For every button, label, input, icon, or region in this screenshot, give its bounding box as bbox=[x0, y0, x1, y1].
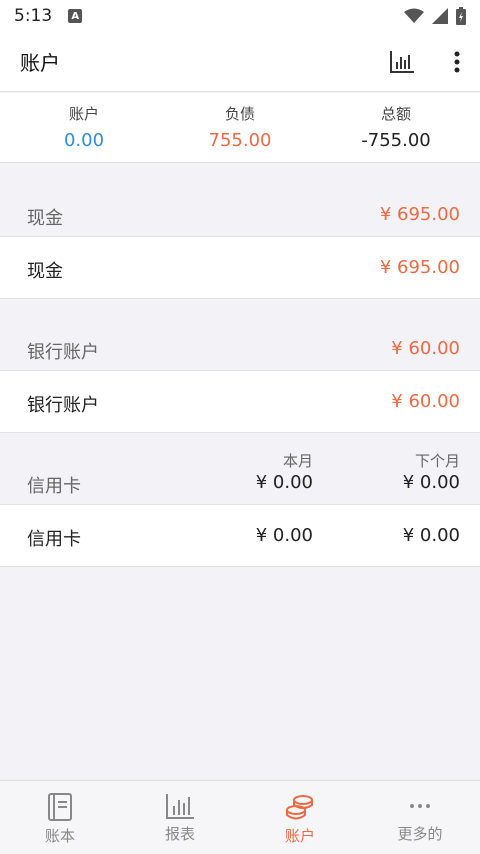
summary-debt-label: 负债 bbox=[224, 105, 255, 123]
bottom-nav: 账本 报表 账户 更多的 bbox=[0, 780, 480, 854]
bank-group-label: 银行账户 bbox=[27, 342, 99, 363]
app-bar: 账户 bbox=[0, 32, 480, 92]
nav-label-reports: 报表 bbox=[164, 825, 195, 843]
bank-group-header[interactable]: 银行账户 ¥ 60.00 bbox=[0, 299, 480, 371]
credit-group-this-month: ¥ 0.00 bbox=[255, 472, 313, 493]
bank-account-row[interactable]: 银行账户 ¥ 60.00 bbox=[0, 371, 480, 433]
bank-account-amount: ¥ 60.00 bbox=[391, 391, 460, 412]
coins-icon bbox=[286, 795, 313, 820]
credit-account-label: 信用卡 bbox=[27, 529, 81, 550]
more-icon bbox=[410, 804, 430, 808]
bank-account-label: 银行账户 bbox=[27, 395, 99, 416]
credit-group-header[interactable]: 信用卡 本月 下个月 ¥ 0.00 ¥ 0.00 bbox=[0, 433, 480, 505]
status-time: 5:13 bbox=[14, 6, 53, 26]
summary-panel: 账户 0.00 负债 755.00 总额 -755.00 bbox=[0, 93, 480, 163]
chart-icon[interactable] bbox=[390, 50, 414, 73]
bank-group-amount: ¥ 60.00 bbox=[391, 338, 460, 359]
cash-account-amount: ¥ 695.00 bbox=[379, 257, 460, 278]
credit-group-label: 信用卡 bbox=[27, 476, 81, 497]
this-month-label: 本月 bbox=[282, 452, 313, 470]
summary-debt-value: 755.00 bbox=[208, 130, 272, 151]
more-vert-icon[interactable] bbox=[454, 51, 460, 73]
wifi-icon bbox=[404, 8, 424, 23]
signal-icon bbox=[432, 8, 448, 24]
page-title: 账户 bbox=[20, 51, 60, 75]
cash-account-row[interactable]: 现金 ¥ 695.00 bbox=[0, 237, 480, 299]
next-month-label: 下个月 bbox=[414, 452, 460, 470]
summary-total-value: -755.00 bbox=[361, 130, 431, 151]
credit-group-next-month: ¥ 0.00 bbox=[402, 472, 460, 493]
cash-group-amount: ¥ 695.00 bbox=[379, 204, 460, 225]
nav-item-ledger[interactable]: 账本 bbox=[0, 781, 120, 854]
nav-item-accounts[interactable]: 账户 bbox=[240, 781, 360, 854]
nav-label-ledger: 账本 bbox=[44, 827, 75, 845]
status-icons bbox=[404, 7, 466, 25]
cash-group-label: 现金 bbox=[27, 208, 63, 229]
nav-label-more: 更多的 bbox=[397, 825, 443, 843]
summary-total-label: 总额 bbox=[380, 105, 411, 123]
credit-account-this-month: ¥ 0.00 bbox=[255, 525, 313, 546]
summary-accounts-label: 账户 bbox=[68, 105, 99, 123]
notification-a-icon: A bbox=[68, 9, 83, 23]
summary-debt: 负债 755.00 bbox=[160, 103, 320, 151]
status-bar: 5:13 A bbox=[0, 0, 480, 32]
summary-accounts-value: 0.00 bbox=[63, 130, 105, 151]
nav-item-reports[interactable]: 报表 bbox=[120, 781, 240, 854]
cash-group-header[interactable]: 现金 ¥ 695.00 bbox=[0, 164, 480, 237]
summary-accounts: 账户 0.00 bbox=[4, 103, 164, 151]
summary-total: 总额 -755.00 bbox=[316, 103, 476, 151]
battery-icon bbox=[456, 7, 466, 25]
credit-account-next-month: ¥ 0.00 bbox=[402, 525, 460, 546]
nav-item-more[interactable]: 更多的 bbox=[360, 781, 480, 854]
cash-account-label: 现金 bbox=[27, 261, 63, 282]
chart-icon bbox=[166, 794, 194, 819]
nav-label-accounts: 账户 bbox=[284, 827, 315, 845]
credit-account-row[interactable]: 信用卡 ¥ 0.00 ¥ 0.00 bbox=[0, 505, 480, 567]
book-icon bbox=[48, 793, 72, 821]
